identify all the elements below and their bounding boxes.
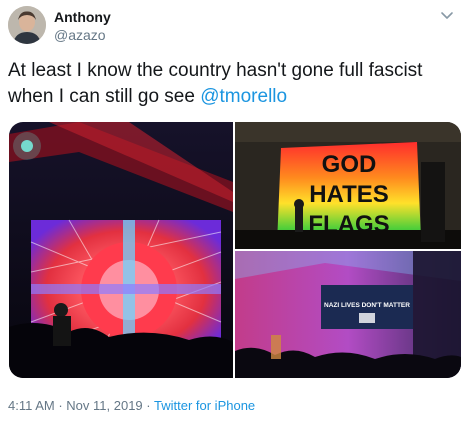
concert-photo-1[interactable]	[9, 122, 233, 378]
tweet-date[interactable]: Nov 11, 2019	[66, 398, 142, 413]
tweet-source[interactable]: Twitter for iPhone	[154, 398, 255, 413]
screen-text: NAZI LIVES DON'T MATTER	[324, 302, 410, 309]
author-handle[interactable]: @azazo	[54, 27, 106, 43]
tweet-metadata: 4:11 AM · Nov 11, 2019 · Twitter for iPh…	[8, 398, 255, 413]
mention-link[interactable]: @tmorello	[200, 86, 287, 107]
sign-text-line-1: GOD	[322, 151, 377, 178]
concert-photo-2[interactable]: GOD HATES FLAGS	[235, 122, 461, 249]
tweet: Anthony @azazo At least I know the count…	[0, 0, 473, 429]
chevron-down-icon[interactable]	[436, 6, 458, 26]
author-name[interactable]: Anthony	[54, 9, 111, 25]
sign-text-line-2: HATES	[309, 181, 389, 208]
avatar[interactable]	[8, 6, 46, 44]
tweet-time[interactable]: 4:11 AM	[8, 398, 55, 413]
media-grid: GOD HATES FLAGS NAZI LIVES DON'T MATTER	[9, 122, 461, 378]
concert-photo-3[interactable]: NAZI LIVES DON'T MATTER	[235, 251, 461, 378]
tweet-text: At least I know the country hasn't gone …	[8, 58, 463, 110]
meta-separator: ·	[142, 398, 154, 413]
meta-separator: ·	[54, 398, 67, 413]
